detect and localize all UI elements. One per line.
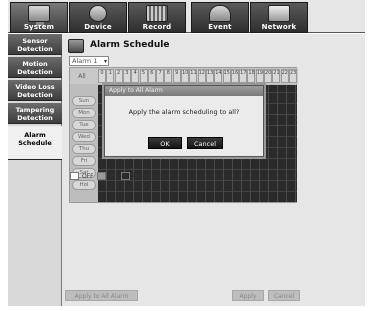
tab-record-label: Record xyxy=(142,23,172,31)
day-sun[interactable]: Sun xyxy=(72,96,96,106)
monitor-icon xyxy=(28,5,50,25)
day-hol[interactable]: Hol xyxy=(72,180,96,190)
tab-device[interactable]: Device xyxy=(69,2,127,33)
tab-device-label: Device xyxy=(84,23,112,31)
dialog-message: Apply the alarm scheduling to all? xyxy=(128,108,240,116)
hour-21[interactable]: 21 xyxy=(272,69,281,83)
tab-network[interactable]: Network xyxy=(250,2,308,33)
tab-event[interactable]: Event xyxy=(191,2,249,33)
hour-13[interactable]: 13 xyxy=(205,69,214,83)
hour-15[interactable]: 15 xyxy=(222,69,231,83)
hour-7[interactable]: 7 xyxy=(156,69,165,83)
ok-button[interactable]: OK xyxy=(148,137,182,149)
sidebar-item-alarm-schedule[interactable]: Alarm Schedule xyxy=(8,126,62,160)
hour-12[interactable]: 12 xyxy=(197,69,206,83)
sidebar: Sensor Detection Motion Detection Video … xyxy=(8,34,62,306)
sidebar-item-video-loss-detection[interactable]: Video Loss Detection xyxy=(8,80,62,101)
legend-on-label: ON xyxy=(108,172,118,180)
hour-22[interactable]: 22 xyxy=(280,69,289,83)
record-icon xyxy=(146,5,168,22)
legend-on-swatch xyxy=(96,172,106,180)
legend-sync-label: Event Sync xyxy=(132,172,167,180)
page-title: Alarm Schedule xyxy=(90,40,170,50)
apply-to-all-alarm-button[interactable]: Apply to All Alarm xyxy=(65,290,138,301)
alarm-schedule-icon xyxy=(68,39,84,53)
camera-icon xyxy=(89,5,107,22)
day-wed[interactable]: Wed xyxy=(72,132,96,142)
legend-off-swatch xyxy=(70,172,79,180)
sidebar-item-motion-detection[interactable]: Motion Detection xyxy=(8,57,62,78)
legend-sync-swatch xyxy=(120,172,130,180)
hour-16[interactable]: 16 xyxy=(230,69,239,83)
day-thu[interactable]: Thu xyxy=(72,144,96,154)
hour-4[interactable]: 4 xyxy=(131,69,140,83)
hour-6[interactable]: 6 xyxy=(147,69,156,83)
alarm-bell-icon xyxy=(209,5,231,22)
all-button[interactable]: All xyxy=(72,72,92,82)
tab-record[interactable]: Record xyxy=(128,2,186,33)
day-mon[interactable]: Mon xyxy=(72,108,96,118)
hour-20[interactable]: 20 xyxy=(264,69,272,83)
hour-1[interactable]: 1 xyxy=(106,69,115,83)
tab-system[interactable]: System xyxy=(10,2,68,33)
hour-17[interactable]: 17 xyxy=(239,69,248,83)
hour-19[interactable]: 19 xyxy=(255,69,264,83)
legend-off-label: OFF xyxy=(82,172,94,180)
legend: OFF ON Event Sync xyxy=(70,171,166,181)
alarm-select[interactable]: Alarm 1 ▾ xyxy=(69,56,109,66)
alarm-select-value: Alarm 1 xyxy=(72,57,98,65)
hour-8[interactable]: 8 xyxy=(164,69,173,83)
day-fri[interactable]: Fri xyxy=(72,156,96,166)
hour-5[interactable]: 5 xyxy=(139,69,148,83)
day-tue[interactable]: Tue xyxy=(72,120,96,130)
top-navigation: System Device Record Event Network xyxy=(8,0,365,33)
hour-0[interactable]: 0 xyxy=(98,69,106,83)
sidebar-item-sensor-detection[interactable]: Sensor Detection xyxy=(8,34,62,55)
chevron-down-icon: ▾ xyxy=(103,58,107,65)
cancel-button[interactable]: Cancel xyxy=(268,290,300,301)
hour-18[interactable]: 18 xyxy=(247,69,256,83)
hour-11[interactable]: 11 xyxy=(189,69,198,83)
hour-2[interactable]: 2 xyxy=(114,69,123,83)
hour-header-row: All 0 1 2 3 4 5 6 7 8 9 10 11 12 13 14 15 16 17 18 19 20 21 22… xyxy=(70,68,298,84)
main-panel: Alarm Schedule Alarm 1 ▾ All 01234567891… xyxy=(62,34,365,306)
tab-network-label: Network xyxy=(261,23,297,31)
hour-23[interactable]: 23 xyxy=(288,69,297,83)
network-icon xyxy=(268,5,290,22)
apply-all-dialog: Apply to All Alarm Apply the alarm sched… xyxy=(104,85,264,157)
dialog-cancel-button[interactable]: Cancel xyxy=(187,137,223,149)
hour-10[interactable]: 10 xyxy=(181,69,189,83)
apply-button[interactable]: Apply xyxy=(232,290,264,301)
hour-9[interactable]: 9 xyxy=(172,69,181,83)
sidebar-item-tampering-detection[interactable]: Tampering Detection xyxy=(8,103,62,124)
hour-3[interactable]: 3 xyxy=(122,69,131,83)
dialog-title: Apply to All Alarm xyxy=(105,86,263,96)
hour-14[interactable]: 14 xyxy=(214,69,223,83)
tab-event-label: Event xyxy=(208,23,232,31)
